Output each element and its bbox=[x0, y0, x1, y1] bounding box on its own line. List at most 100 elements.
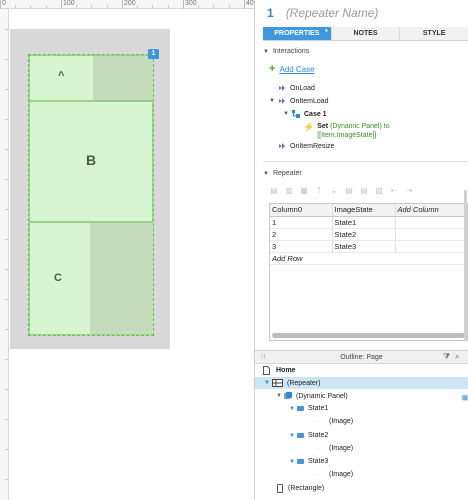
table-cell[interactable] bbox=[395, 240, 467, 253]
delete-row-icon[interactable]: ▧ bbox=[374, 187, 384, 195]
outline-item-state1[interactable]: ▼ State1 bbox=[289, 405, 328, 412]
outline-item-state2[interactable]: ▼ State2 bbox=[289, 432, 328, 439]
delete-icon[interactable]: ▦ bbox=[299, 187, 309, 195]
tab-label: NOTES bbox=[353, 30, 378, 37]
outline-label: (Repeater) bbox=[287, 379, 321, 387]
table-row[interactable]: 2 State2 bbox=[270, 228, 467, 241]
expand-triangle-icon[interactable]: ▼ bbox=[276, 393, 284, 399]
event-label: OnLoad bbox=[290, 84, 315, 92]
repeater-dataset-grid[interactable]: Column0 ImageState Add Column 1 State1 2… bbox=[269, 203, 468, 341]
repeater-item-2[interactable]: B bbox=[29, 101, 153, 222]
action-target: (Dynamic Panel) to bbox=[330, 123, 390, 130]
filter-icon[interactable]: ⧩ bbox=[443, 352, 450, 362]
table-row[interactable]: 3 State3 bbox=[270, 240, 467, 253]
table-cell[interactable]: State1 bbox=[332, 216, 396, 229]
move-up-icon[interactable]: ⇡ bbox=[314, 187, 324, 195]
table-cell[interactable] bbox=[395, 216, 467, 229]
tab-notes[interactable]: NOTES bbox=[330, 27, 400, 40]
outline-label: (Image) bbox=[329, 445, 354, 452]
expand-triangle-icon[interactable]: ▼ bbox=[289, 433, 297, 439]
tab-label: PROPERTIES bbox=[274, 30, 320, 37]
image-icon: · bbox=[317, 418, 319, 425]
action-set-panel-state[interactable]: ⚡ Set (Dynamic Panel) to [[Item.ImageSta… bbox=[303, 122, 390, 140]
interactions-header[interactable]: ▼ Interactions bbox=[263, 48, 309, 55]
repeater-item-1[interactable]: ^ bbox=[29, 55, 153, 101]
repeater-toolbar: ▤ ▥ ▦ ⇡ ⇣ ▤ ▤ ▧ ⇠ ⇢ bbox=[269, 187, 414, 195]
add-row-cell[interactable]: Add Row bbox=[270, 252, 467, 265]
outline-label: (Rectangle) bbox=[288, 485, 325, 492]
repeater-widget[interactable]: ^ B C bbox=[28, 54, 154, 336]
ruler-label: 200 bbox=[124, 0, 136, 7]
search-icon[interactable]: ⌕ bbox=[455, 352, 459, 362]
outline-title: Outline: Page bbox=[340, 353, 383, 361]
insert-column-icon[interactable]: ▥ bbox=[284, 187, 294, 195]
tab-modified-marker: * bbox=[324, 29, 328, 36]
table-cell[interactable]: 3 bbox=[270, 240, 333, 253]
outline-item-dynamic-panel[interactable]: ▼ (Dynamic Panel) bbox=[276, 392, 348, 400]
expand-triangle-icon[interactable]: ▼ bbox=[264, 380, 272, 386]
tab-style[interactable]: STYLE bbox=[399, 27, 468, 40]
table-cell[interactable]: 2 bbox=[270, 228, 333, 241]
add-case-link[interactable]: + Add Case bbox=[269, 64, 315, 75]
case-label: Case 1 bbox=[304, 110, 327, 118]
move-right-icon[interactable]: ⇢ bbox=[404, 187, 414, 195]
widget-title-row: 1 (Repeater Name) bbox=[255, 0, 468, 26]
table-cell[interactable]: State3 bbox=[332, 240, 396, 253]
expand-triangle-icon[interactable]: ▼ bbox=[283, 111, 289, 117]
tab-properties[interactable]: PROPERTIES * bbox=[263, 27, 331, 40]
collapse-caret-icon: ▼ bbox=[263, 48, 269, 55]
table-row[interactable]: 1 State1 bbox=[270, 216, 467, 229]
outline-label: State2 bbox=[308, 432, 329, 439]
design-canvas[interactable]: 0 100 200 300 400 ^ B C 1 bbox=[0, 0, 258, 500]
row-above-icon[interactable]: ▤ bbox=[344, 187, 354, 195]
event-onitemresize[interactable]: OnItemResize bbox=[269, 142, 334, 150]
image-icon: · bbox=[317, 471, 319, 478]
add-column-cell[interactable]: Add Column bbox=[395, 204, 467, 217]
insert-row-icon[interactable]: ▤ bbox=[269, 187, 279, 195]
outline-item-image[interactable]: · (Image) bbox=[317, 471, 353, 478]
event-onitemload[interactable]: ▼ OnItemLoad bbox=[269, 97, 329, 105]
grid-horizontal-scrollbar[interactable] bbox=[272, 333, 465, 338]
outline-label: State1 bbox=[308, 405, 329, 412]
column-header[interactable]: Column0 bbox=[270, 204, 333, 217]
widget-name-field[interactable]: (Repeater Name) bbox=[286, 6, 379, 20]
ruler-label: 100 bbox=[63, 0, 75, 7]
state-icon bbox=[297, 406, 304, 411]
vertical-ruler bbox=[0, 9, 9, 500]
ruler-label: 0 bbox=[2, 0, 6, 7]
outline-label: (Image) bbox=[329, 471, 354, 478]
repeater-badge[interactable]: 1 bbox=[148, 49, 159, 59]
case-1[interactable]: ▼ Case 1 bbox=[283, 110, 327, 118]
repeater-item-3[interactable]: C bbox=[29, 222, 153, 335]
expand-triangle-icon[interactable]: ▼ bbox=[269, 98, 275, 104]
outline-item-state3[interactable]: ▼ State3 bbox=[289, 458, 328, 465]
outline-item-home[interactable]: Home bbox=[263, 366, 295, 375]
outline-label: (Dynamic Panel) bbox=[296, 392, 348, 400]
event-icon bbox=[279, 143, 285, 149]
table-cell[interactable]: State2 bbox=[332, 228, 396, 241]
panel-vertical-scrollbar[interactable] bbox=[464, 190, 467, 340]
expand-triangle-icon[interactable]: ▼ bbox=[289, 406, 297, 412]
outline-item-repeater[interactable]: ▼ (Repeater) bbox=[264, 379, 320, 387]
event-onload[interactable]: OnLoad bbox=[269, 84, 315, 92]
table-cell[interactable] bbox=[395, 228, 467, 241]
item-label: ^ bbox=[58, 70, 65, 82]
row-below-icon[interactable]: ▤ bbox=[359, 187, 369, 195]
move-left-icon[interactable]: ⇠ bbox=[389, 187, 399, 195]
outline-item-rectangle[interactable]: (Rectangle) bbox=[277, 484, 324, 493]
item-label: B bbox=[86, 152, 97, 168]
tab-label: STYLE bbox=[422, 30, 446, 37]
expand-triangle-icon[interactable]: ▼ bbox=[289, 459, 297, 465]
action-verb: Set bbox=[317, 123, 329, 130]
add-state-icon[interactable]: ⊞ bbox=[462, 394, 468, 402]
move-down-icon[interactable]: ⇣ bbox=[329, 187, 339, 195]
repeater-header[interactable]: ▼ Repeater bbox=[263, 170, 302, 177]
table-cell[interactable]: 1 bbox=[270, 216, 333, 229]
outline-item-image[interactable]: · (Image) bbox=[317, 445, 353, 452]
column-header[interactable]: ImageState bbox=[332, 204, 396, 217]
event-label: OnItemResize bbox=[290, 142, 335, 150]
add-row[interactable]: Add Row bbox=[270, 252, 467, 265]
item-image-area bbox=[90, 223, 153, 334]
widget-number: 1 bbox=[267, 6, 274, 20]
outline-item-image[interactable]: · (Image) bbox=[317, 418, 353, 425]
